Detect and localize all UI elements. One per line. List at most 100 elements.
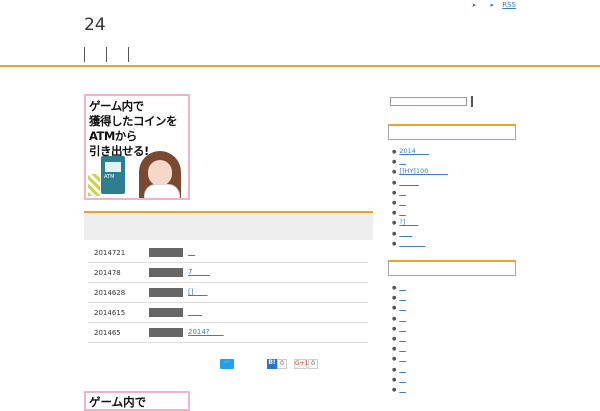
sidebar-list-item: ● __ [392,323,516,333]
post-date: 2014615 [94,309,126,317]
google-plus-count: 0 [308,359,318,369]
sidebar-link[interactable]: __ [399,188,406,196]
header-divider [0,65,600,67]
sidebar-link[interactable]: ?]____ [399,218,418,226]
sidebar-link[interactable]: 2014____ [399,147,429,155]
bullet-icon: ● [392,376,397,383]
hatena-bookmark-button[interactable]: B! [267,359,277,369]
bullet-icon: ● [392,179,397,186]
bullet-icon: ● [392,189,397,196]
bullet-icon: ● [392,199,397,206]
sidebar-link[interactable]: __ [399,157,406,165]
sidebar-widget-heading-1 [388,124,516,140]
post-thumbnail[interactable] [149,308,183,317]
section-heading [84,211,373,240]
post-row: 2014721 __ [88,243,368,263]
search-button[interactable] [471,96,473,107]
sidebar-link[interactable]: ________ [399,239,425,247]
sidebar-list-item: ● __ [392,292,516,302]
bullet-icon: ● [392,325,397,332]
bullet-icon: ● [392,315,397,322]
sidebar-list-item: ● ____ [392,228,516,238]
sidebar-link[interactable]: __ [399,365,406,373]
sidebar-list-item: ● __ [392,384,516,394]
post-date: 201478 [94,269,121,277]
post-title-link[interactable]: 7_____ [188,268,210,276]
sidebar-link[interactable]: ______ [399,178,419,186]
post-title-link[interactable]: []____ [188,288,207,296]
global-nav [84,47,150,62]
bullet-icon: ● [392,305,397,312]
arrows-decoration [88,174,100,196]
post-thumbnail[interactable] [149,288,183,297]
sidebar-link[interactable]: __ [399,198,406,206]
ad-banner[interactable]: ゲーム内で 獲得したコインを ATMから 引き出せる! ATM [84,94,190,200]
bullet-icon: ● [392,230,397,237]
sidebar-list-item: ● ?]____ [392,217,516,227]
post-title-link[interactable]: ____ [188,308,202,316]
sidebar-list-item: ● __ [392,333,516,343]
sidebar-list-item: ● __ [392,156,516,166]
bullet-icon: ● [392,285,397,291]
sidebar-list-item: ● __ [392,197,516,207]
sidebar-link[interactable]: __ [399,324,406,332]
sidebar-link[interactable]: __ [399,354,406,362]
sidebar-list-item: ● __ [392,374,516,384]
sidebar-list-item: ● __ [392,187,516,197]
post-date: 2014721 [94,249,126,257]
sidebar-list-item: ● __ [392,313,516,323]
post-list: 2014721 __ 201478 7_____ 2014628 []____ … [88,243,368,343]
sidebar-link[interactable]: __ [399,375,406,383]
sidebar-widget-list-1: ● 2014____ ● __ ● []HY]100______ ● ______ ● _… [392,146,516,248]
post-thumbnail[interactable] [149,328,183,337]
sidebar-link[interactable]: __ [399,303,406,311]
sidebar-list-item: ● __ [392,364,516,374]
sidebar-link[interactable]: __ [399,208,406,216]
bullet-icon: ● [392,149,397,155]
bullet-icon: ● [392,159,397,166]
bullet-icon: ● [392,220,397,227]
bullet-icon: ● [392,346,397,353]
sidebar-link[interactable]: __ [399,314,406,322]
rss-bullet: ▸ [490,1,494,9]
post-thumbnail[interactable] [149,248,183,257]
gnav-item-2[interactable] [106,47,107,62]
sidebar-widget-list-2: ● __ ● __ ● __ ● __ ● __ ● __ ● __ ● __ ● __ ● __ … [392,282,516,394]
sidebar-list-item: ● ________ [392,238,516,248]
sidebar-link[interactable]: __ [399,283,406,291]
banner-text: ゲーム内で 獲得したコインを ATMから 引き出せる! [89,99,178,158]
ad-banner-2[interactable]: ゲーム内で [84,391,190,411]
bullet-icon: ● [392,356,397,363]
google-plus-button[interactable]: G+1 [294,359,309,369]
atm-label: ATM [104,174,115,180]
sidebar-list-item: ● __ [392,302,516,312]
post-thumbnail[interactable] [149,268,183,277]
sidebar-link[interactable]: __ [399,293,406,301]
post-title-link[interactable]: 2014?____ [188,328,224,336]
sidebar-link[interactable]: __ [399,334,406,342]
bullet-icon: ● [392,335,397,342]
woman-body [144,184,180,198]
bullet-icon: ● [392,240,397,247]
top-nav-bullet: ▸ [472,1,477,9]
search-input[interactable] [390,97,467,106]
gnav-item-1[interactable] [84,47,85,62]
gnav-item-3[interactable] [128,47,129,62]
sidebar-link[interactable]: []HY]100______ [399,167,447,175]
bullet-icon: ● [392,210,397,217]
site-title[interactable]: 24 [84,15,106,35]
post-title-link[interactable]: __ [188,248,195,256]
sidebar-list-item: ● __ [392,343,516,353]
sidebar-link[interactable]: __ [399,344,406,352]
woman-face [148,160,172,186]
bullet-icon: ● [392,386,397,393]
sidebar-link[interactable]: __ [399,385,406,393]
tweet-button[interactable]: 🐦 [220,359,234,369]
rss-link[interactable]: RSS [502,1,516,9]
bullet-icon: ● [392,366,397,373]
post-date: 2014628 [94,289,126,297]
sidebar-list-item: ● __ [392,353,516,363]
sidebar-list-item: ● 2014____ [392,146,516,156]
sidebar-link[interactable]: ____ [399,229,412,237]
hatena-count: 0 [277,359,287,369]
